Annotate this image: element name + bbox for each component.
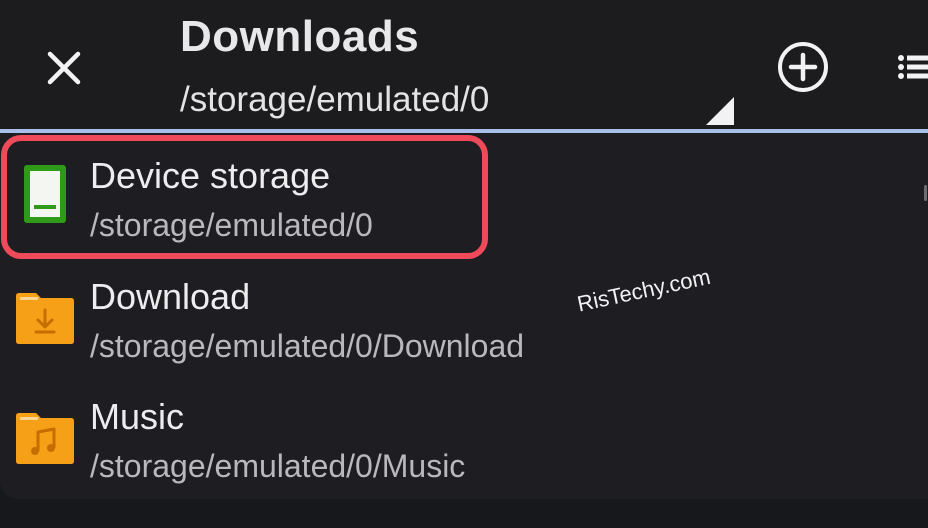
page-title: Downloads: [180, 12, 420, 61]
list-item-download[interactable]: Download /storage/emulated/0/Download: [0, 262, 928, 380]
folder-picker-screen: Downloads /storage/emulated/0 Device sto…: [0, 0, 928, 528]
close-button[interactable]: [40, 44, 88, 92]
music-folder-icon: [16, 413, 74, 464]
scrollbar[interactable]: [924, 185, 927, 201]
dropdown-triangle-icon[interactable]: [706, 97, 734, 125]
list-view-icon[interactable]: [896, 52, 928, 82]
download-folder-icon: [16, 293, 74, 344]
current-path-selector[interactable]: /storage/emulated/0: [180, 80, 489, 120]
item-name: Music: [90, 396, 185, 437]
add-circle-icon[interactable]: [776, 40, 830, 94]
item-path: /storage/emulated/0/Download: [90, 328, 525, 364]
list-item-music[interactable]: Music /storage/emulated/0/Music: [0, 382, 928, 500]
selection-highlight: [1, 135, 488, 259]
item-path: /storage/emulated/0/Music: [90, 448, 466, 484]
item-name: Download: [90, 276, 251, 317]
top-app-bar: Downloads /storage/emulated/0: [0, 0, 928, 130]
close-icon: [47, 51, 81, 85]
